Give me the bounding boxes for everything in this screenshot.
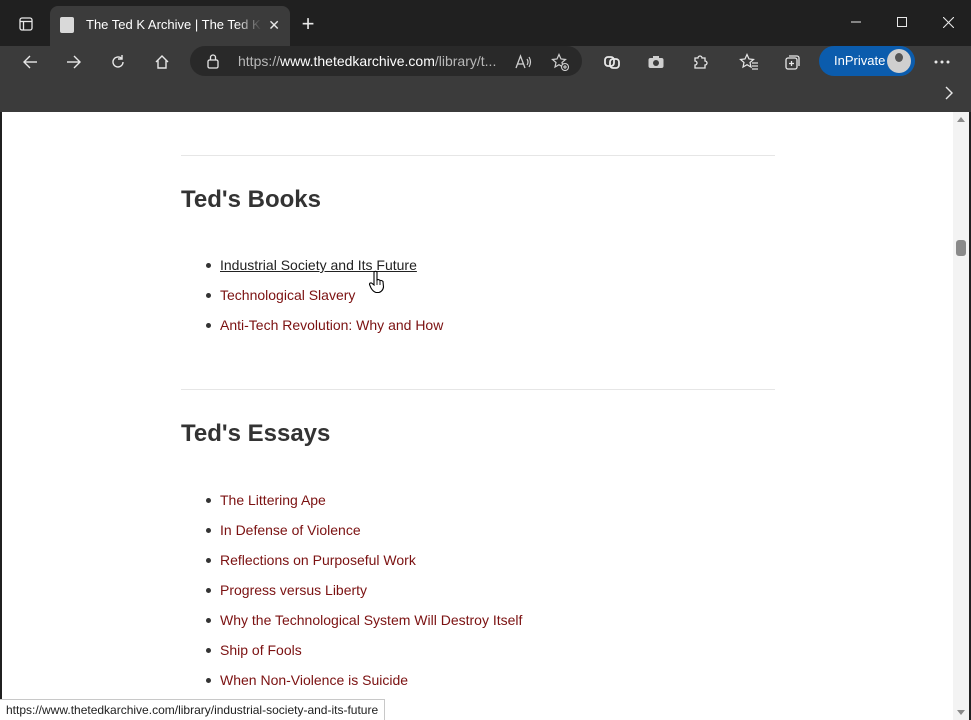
list-item-link[interactable]: Reflections on Purposeful Work [205,545,522,575]
list-item-link[interactable]: Technological Slavery [205,280,443,310]
avatar [887,49,911,73]
list-item-link[interactable]: The Littering Ape [205,485,522,515]
close-tab-icon[interactable]: ✕ [268,16,280,34]
scrollbar-thumb[interactable] [956,240,966,256]
tab-title: The Ted K Archive | The Ted K Archive [86,17,262,32]
web-page: Ted's Books Industrial Society and Its F… [2,112,953,720]
back-icon[interactable] [14,46,46,78]
read-aloud-icon[interactable] [513,51,535,73]
list-item-link[interactable]: Ship of Fools [205,635,522,665]
scroll-up-icon[interactable] [957,117,965,122]
essays-heading: Ted's Essays [181,420,331,447]
add-favorite-icon[interactable] [549,51,571,73]
books-heading: Ted's Books [181,186,321,213]
lock-icon[interactable] [206,53,220,74]
url-path: /library/t... [434,53,497,69]
screenshot-icon[interactable] [641,47,671,77]
refresh-icon[interactable] [102,46,134,78]
divider [181,155,775,156]
essays-list: The Littering Ape In Defense of Violence R… [205,485,522,720]
chevron-right-icon[interactable] [945,86,953,105]
address-bar[interactable]: https://www.thetedkarchive.com/library/t… [190,46,582,76]
tab-actions-icon[interactable] [12,12,40,36]
copilot-icon[interactable] [597,47,627,77]
list-item-link[interactable]: In Defense of Violence [205,515,522,545]
maximize-icon[interactable] [879,0,925,44]
list-item-link[interactable]: Progress versus Liberty [205,575,522,605]
page-scrollbar[interactable] [953,112,969,720]
books-list: Industrial Society and Its Future Technol… [205,250,443,340]
url-domain: www.thetedkarchive.com [280,53,435,69]
scroll-down-icon[interactable] [957,710,965,715]
url-scheme: https:// [238,53,281,69]
new-tab-button[interactable]: + [298,13,318,35]
address-url[interactable]: https://www.thetedkarchive.com/library/t… [238,53,508,69]
close-window-icon[interactable] [925,0,971,44]
list-item-link[interactable]: Anti-Tech Revolution: Why and How [205,310,443,340]
collections-icon[interactable] [778,47,808,77]
inprivate-button[interactable]: InPrivate [819,46,915,76]
list-item-link[interactable]: Why the Technological System Will Destro… [205,605,522,635]
list-item-link[interactable]: When Non-Violence is Suicide [205,665,522,695]
browser-toolbar: https://www.thetedkarchive.com/library/t… [0,46,971,78]
status-url-tooltip: https://www.thetedkarchive.com/library/i… [0,699,386,720]
more-options-icon[interactable] [927,47,957,77]
divider [181,389,775,390]
favorites-icon[interactable] [734,47,764,77]
title-bar: The Ted K Archive | The Ted K Archive ✕ … [0,0,971,46]
list-item-link[interactable]: Industrial Society and Its Future [205,250,443,280]
minimize-icon[interactable] [833,0,879,44]
site-favicon-icon [60,17,74,33]
inprivate-label: InPrivate [834,53,886,68]
forward-icon[interactable] [58,46,90,78]
extensions-icon[interactable] [685,47,715,77]
active-tab[interactable]: The Ted K Archive | The Ted K Archive ✕ [50,6,290,46]
hand-cursor-icon [368,270,386,299]
favorites-bar [0,78,971,112]
home-icon[interactable] [146,46,178,78]
